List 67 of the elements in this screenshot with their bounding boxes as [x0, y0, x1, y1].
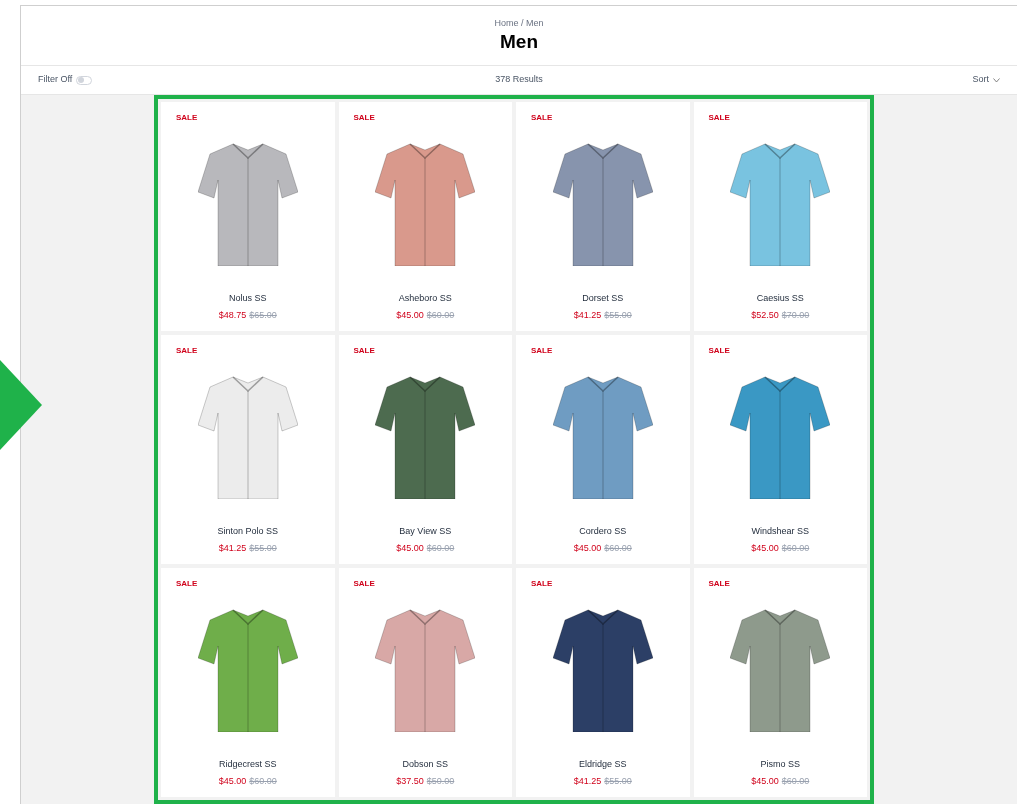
sale-label: SALE — [531, 112, 553, 124]
sale-label: SALE — [531, 345, 553, 357]
original-price: $60.00 — [426, 541, 455, 555]
product-name[interactable]: Windshear SS — [751, 525, 809, 539]
product-card[interactable]: SALE Dorset SS $41.25 $55.00 — [516, 102, 690, 331]
original-price: $70.00 — [781, 308, 810, 322]
sale-price: $52.50 — [751, 308, 779, 322]
sale-price: $45.00 — [218, 774, 247, 788]
product-name[interactable]: Cordero SS — [579, 525, 627, 539]
product-name[interactable]: Ridgecrest SS — [219, 758, 277, 772]
original-price: $60.00 — [781, 774, 810, 788]
product-card[interactable]: SALE Sinton Polo SS $41.25 $55.00 — [161, 335, 335, 564]
sale-price: $45.00 — [396, 541, 424, 555]
product-card[interactable]: SALE Caesius SS $52.50 $70.00 — [693, 102, 867, 331]
sale-label: SALE — [353, 112, 375, 124]
original-price: $55.00 — [604, 774, 632, 788]
sort-button[interactable]: Sort — [920, 73, 1000, 87]
product-card[interactable]: SALE Bay View SS $45.00 $60.00 — [338, 335, 512, 564]
original-price: $55.00 — [604, 308, 632, 322]
product-name[interactable]: Asheboro SS — [398, 292, 452, 306]
product-name[interactable]: Bay View SS — [399, 525, 452, 539]
sale-label: SALE — [353, 578, 375, 590]
sale-price: $41.25 — [573, 308, 602, 322]
original-price: $65.00 — [249, 308, 277, 322]
product-name[interactable]: Dorset SS — [582, 292, 624, 306]
product-card[interactable]: SALE Cordero SS $45.00 $60.00 — [516, 335, 690, 564]
product-card[interactable]: SALE Pismo SS $45.00 $60.00 — [693, 568, 867, 797]
sale-label: SALE — [176, 345, 198, 357]
results-count: 378 Results — [495, 73, 543, 87]
sale-price: $41.25 — [218, 541, 247, 555]
original-price: $60.00 — [249, 774, 277, 788]
product-name[interactable]: Sinton Polo SS — [217, 525, 278, 539]
sale-label: SALE — [708, 578, 730, 590]
sale-price: $37.50 — [396, 774, 424, 788]
sale-label: SALE — [708, 345, 730, 357]
sale-label: SALE — [708, 112, 730, 124]
product-name[interactable]: Eldridge SS — [579, 758, 627, 772]
original-price: $60.00 — [781, 541, 810, 555]
sale-price: $45.00 — [396, 308, 424, 322]
sale-label: SALE — [531, 578, 553, 590]
product-name[interactable]: Dobson SS — [402, 758, 448, 772]
caret-icon — [993, 77, 1000, 83]
original-price: $60.00 — [426, 308, 455, 322]
product-card[interactable]: SALE Nolus SS $48.75 $65.00 — [161, 102, 335, 331]
sale-label: SALE — [176, 112, 198, 124]
sale-price: $41.25 — [573, 774, 602, 788]
breadcrumb[interactable]: Home / Men — [494, 16, 544, 31]
product-name[interactable]: Caesius SS — [756, 292, 804, 306]
sale-price: $45.00 — [751, 774, 779, 788]
product-card[interactable]: SALE Ridgecrest SS $45.00 $60.00 — [161, 568, 335, 797]
page-title: Men — [500, 30, 538, 55]
original-price: $55.00 — [249, 541, 277, 555]
filter-label: Filter Off — [38, 73, 73, 87]
product-name[interactable]: Pismo SS — [760, 758, 800, 772]
original-price: $50.00 — [426, 774, 455, 788]
sale-price: $48.75 — [218, 308, 247, 322]
product-card[interactable]: SALE Windshear SS $45.00 $60.00 — [693, 335, 867, 564]
product-card[interactable]: SALE Asheboro SS $45.00 $60.00 — [338, 102, 512, 331]
product-name[interactable]: Nolus SS — [229, 292, 267, 306]
sale-price: $45.00 — [573, 541, 602, 555]
sale-label: SALE — [176, 578, 198, 590]
sale-label: SALE — [353, 345, 375, 357]
original-price: $60.00 — [604, 541, 632, 555]
sale-price: $45.00 — [751, 541, 779, 555]
product-card[interactable]: SALE Eldridge SS $41.25 $55.00 — [516, 568, 690, 797]
product-card[interactable]: SALE Dobson SS $37.50 $50.00 — [338, 568, 512, 797]
arrow-icon — [0, 360, 42, 450]
